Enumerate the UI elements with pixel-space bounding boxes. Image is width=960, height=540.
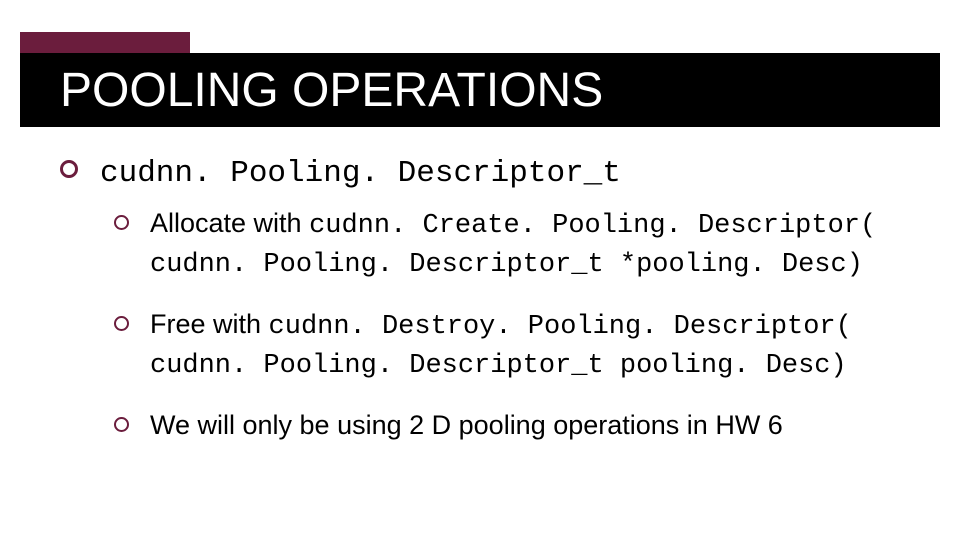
bullet-list-level1: cudnn. Pooling. Descriptor_t Allocate wi…: [60, 150, 920, 443]
bullet-list-level2: Allocate with cudnn. Create. Pooling. De…: [100, 205, 920, 443]
list-item: cudnn. Pooling. Descriptor_t Allocate wi…: [60, 150, 920, 443]
title-bar: POOLING OPERATIONS: [20, 53, 940, 127]
list-item: Allocate with cudnn. Create. Pooling. De…: [100, 205, 920, 284]
slide-title: POOLING OPERATIONS: [20, 63, 603, 118]
text-prefix: Free with: [150, 309, 269, 339]
code-text: cudnn. Pooling. Descriptor_t: [100, 156, 621, 191]
list-item: We will only be using 2 D pooling operat…: [100, 407, 920, 443]
list-item: Free with cudnn. Destroy. Pooling. Descr…: [100, 306, 920, 385]
accent-bar: [20, 32, 190, 53]
text: We will only be using 2 D pooling operat…: [150, 410, 783, 440]
text-prefix: Allocate with: [150, 208, 309, 238]
slide: POOLING OPERATIONS cudnn. Pooling. Descr…: [0, 0, 960, 540]
content-area: cudnn. Pooling. Descriptor_t Allocate wi…: [60, 150, 920, 465]
